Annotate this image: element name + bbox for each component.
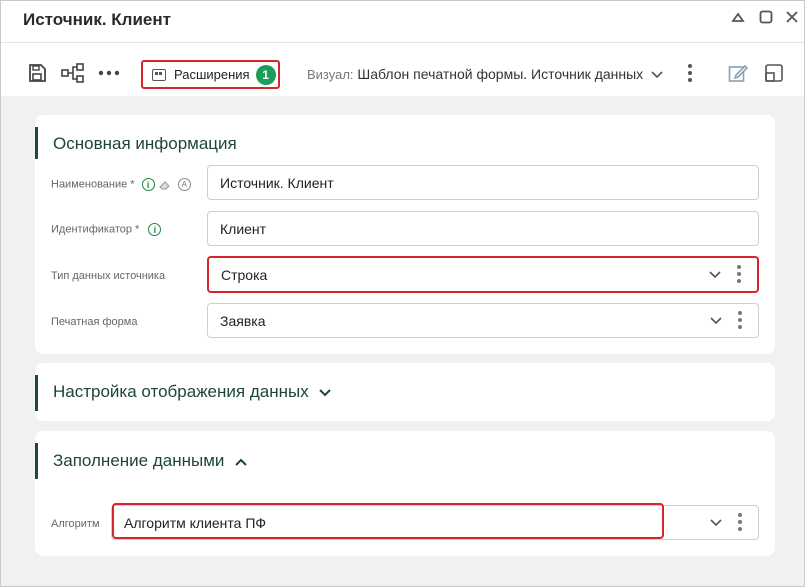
name-label-text: Наименование * [51,178,135,191]
chevron-down-icon [319,389,332,397]
more-icon[interactable] [97,61,121,85]
visual-value: Шаблон печатной формы. Источник данных [357,66,644,82]
auto-icon[interactable]: A [177,178,191,191]
card-accent-bar [35,127,38,159]
window: Источник. Клиент Расширения 1 Визуал: Ша… [0,0,805,587]
algorithm-select[interactable]: Алгоритм клиента ПФ [111,503,759,540]
eraser-icon[interactable] [158,180,171,190]
extensions-icon [152,68,166,81]
minimize-icon[interactable] [728,7,748,27]
display-settings-title-text: Настройка отображения данных [53,382,309,401]
chevron-down-icon[interactable] [710,519,722,527]
data-fill-card: Заполнение данными Алгоритм Алгоритм кли… [35,431,775,556]
display-settings-card[interactable]: Настройка отображения данных [35,363,775,421]
identifier-label-text: Идентификатор * [51,223,140,236]
edit-icon[interactable] [726,61,750,85]
display-settings-title[interactable]: Настройка отображения данных [53,382,332,402]
card-accent-bar [35,375,38,411]
algorithm-label: Алгоритм [51,518,100,530]
name-field[interactable]: Источник. Клиент [207,165,759,200]
data-fill-title[interactable]: Заполнение данными [53,451,247,471]
print-form-value: Заявка [220,312,266,329]
maximize-icon[interactable] [756,7,776,27]
print-form-label: Печатная форма [51,316,138,328]
name-field-value: Источник. Клиент [220,174,334,191]
chevron-down-icon[interactable] [710,317,722,325]
main-info-card: Основная информация Наименование * i A И… [35,115,775,354]
chevron-down-icon[interactable] [709,271,721,279]
close-icon[interactable] [782,7,802,27]
window-title: Источник. Клиент [23,10,171,29]
share-icon[interactable] [61,61,85,85]
main-info-title: Основная информация [53,134,237,153]
visual-selector[interactable]: Визуал: Шаблон печатной формы. Источник … [307,66,663,82]
name-label: Наименование * i A [51,178,191,191]
identifier-field[interactable]: Клиент [207,211,759,246]
source-type-label: Тип данных источника [51,270,166,282]
chevron-down-icon [651,71,663,79]
kebab-icon[interactable] [737,265,741,283]
identifier-label: Идентификатор * i [51,223,162,236]
extensions-label: Расширения [174,67,250,82]
source-type-value: Строка [221,266,268,283]
print-form-select[interactable]: Заявка [207,303,759,338]
data-fill-title-text: Заполнение данными [53,451,225,470]
extensions-count-badge: 1 [255,64,276,85]
identifier-field-value: Клиент [220,220,267,237]
info-icon[interactable]: i [148,223,162,236]
kebab-icon[interactable] [738,513,742,531]
visual-prefix: Визуал: [307,67,354,82]
source-type-select[interactable]: Строка [207,256,759,293]
card-accent-bar [35,443,38,479]
chevron-up-icon [235,458,247,466]
info-icon[interactable]: i [141,178,155,191]
layout-icon[interactable] [762,61,786,85]
toolbar: Расширения 1 Визуал: Шаблон печатной фор… [1,43,804,96]
kebab-icon[interactable] [738,311,742,329]
save-icon[interactable] [25,61,49,85]
extensions-button[interactable]: Расширения 1 [141,60,280,89]
title-bar: Источник. Клиент [1,1,804,43]
kebab-icon[interactable] [685,61,695,85]
algorithm-value: Алгоритм клиента ПФ [124,514,267,531]
